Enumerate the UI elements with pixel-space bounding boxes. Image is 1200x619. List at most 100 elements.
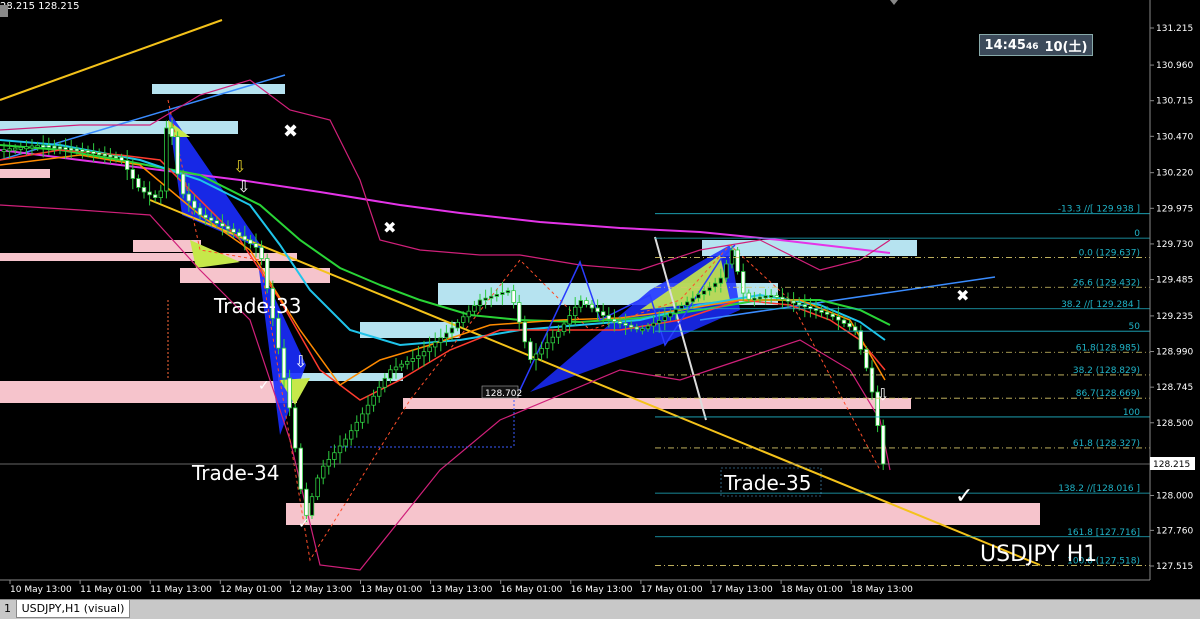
fib-level-label: 61.8(128.985): [1076, 343, 1140, 353]
candle-body: [7, 148, 12, 152]
candle-body: [488, 295, 494, 299]
trade-34-label: Trade-34: [191, 461, 279, 485]
price-tick-label: 129.485: [1156, 276, 1193, 286]
candle-body: [791, 300, 796, 304]
time-tick-label: 12 May 13:00: [290, 585, 352, 595]
candle-body: [180, 173, 186, 195]
candle-body: [91, 151, 96, 155]
candle-body: [483, 297, 488, 301]
candle-body: [208, 217, 214, 222]
exit-cross-icon: ✖: [383, 218, 396, 237]
candle-body: [640, 328, 645, 332]
candle-body: [236, 231, 242, 237]
candle-body: [836, 316, 841, 321]
candle-body: [606, 315, 611, 320]
candle-body: [304, 488, 309, 516]
ma-line: [0, 154, 886, 387]
candle-body: [472, 305, 477, 312]
chart-shift-icon[interactable]: [890, 0, 898, 5]
candle-body: [46, 144, 51, 148]
candle-body: [371, 395, 376, 406]
candle-body: [802, 304, 807, 308]
candle-body: [696, 293, 701, 299]
check-icon: ✓: [258, 378, 270, 394]
symbol-label: USDJPY H1: [980, 542, 1097, 567]
price-tick-label: 131.215: [1156, 24, 1193, 34]
price-tick-label: 129.730: [1156, 240, 1193, 250]
scroll-corner-icon[interactable]: [0, 5, 8, 17]
candle-body: [203, 214, 208, 219]
candle-body: [741, 271, 746, 294]
current-price-value: 128.215: [1153, 460, 1190, 470]
candle-body: [175, 136, 180, 175]
candle-body: [343, 438, 348, 447]
check-icon: ✓: [955, 484, 973, 509]
supply-zone: [702, 240, 917, 256]
time-tick-label: 12 May 01:00: [220, 585, 282, 595]
price-tick-label: 128.745: [1156, 383, 1193, 393]
price-tick-label: 130.960: [1156, 61, 1193, 71]
candle-body: [354, 421, 359, 432]
candle-body: [35, 144, 40, 148]
candle-body: [113, 155, 119, 159]
candle-body: [584, 300, 589, 305]
candle-body: [410, 358, 415, 362]
candle-body: [169, 127, 175, 138]
sell-arrow-icon: ⇩: [237, 177, 250, 196]
price-tick-label: 127.515: [1156, 562, 1193, 572]
candle-body: [281, 347, 287, 379]
candle-body: [578, 300, 583, 308]
candle-body: [830, 313, 835, 318]
candle-body: [477, 299, 483, 306]
candle-body: [186, 193, 191, 202]
candle-body: [69, 147, 74, 151]
candle-body: [85, 150, 91, 153]
candle-body: [494, 293, 499, 297]
candle-body: [97, 152, 102, 156]
price-tick-label: 129.975: [1156, 204, 1193, 214]
fib-level-label: 61.8 (128.327): [1073, 439, 1140, 449]
candle-body: [774, 294, 779, 298]
sell-arrow-icon: ⇩: [294, 352, 307, 371]
candle-body: [119, 156, 124, 161]
candle-body: [388, 369, 393, 379]
price-axis: 131.215 130.960 130.715 130.470 130.220 129.9…: [1149, 0, 1193, 580]
fib-level-label: 38.2 //[ 129.284 ]: [1061, 300, 1140, 310]
candle-body: [550, 336, 555, 344]
candle-body: [449, 327, 455, 334]
candle-body: [746, 292, 751, 300]
candle-body: [326, 459, 331, 467]
price-tag-label: 128.702: [485, 389, 522, 399]
candle-body: [651, 322, 656, 327]
time-tick-label: 11 May 13:00: [150, 585, 212, 595]
candle-body: [685, 301, 690, 307]
candle-body: [382, 377, 387, 388]
time-tick-label: 18 May 01:00: [781, 585, 843, 595]
time-tick-label: 11 May 01:00: [80, 585, 142, 595]
candle-body: [164, 127, 169, 192]
candle-body: [511, 290, 516, 303]
price-chart[interactable]: -13.3 //[ 129.938 ] 0 0.0 (129.637) 26.6 (1…: [0, 0, 1200, 618]
tab-usdjpy-h1[interactable]: USDJPY,H1 (visual): [16, 600, 130, 618]
candle-body: [825, 311, 830, 315]
candle-body: [80, 149, 85, 153]
candle-body: [125, 160, 130, 170]
candle-body: [12, 147, 18, 151]
candle-body: [74, 148, 79, 152]
candle-body: [141, 187, 147, 193]
candle-body: [24, 146, 29, 150]
candle-body: [264, 258, 270, 289]
candle-body: [505, 290, 511, 294]
candle-body: [657, 319, 662, 324]
candle-body: [57, 146, 63, 150]
price-tick-label: 128.500: [1156, 419, 1193, 429]
candle-body: [763, 295, 768, 299]
candle-body: [522, 321, 527, 343]
candle-body: [427, 346, 432, 353]
candle-body: [528, 341, 533, 360]
demand-zone: [180, 268, 330, 283]
candle-body: [421, 351, 427, 357]
clock-seconds: 46: [1025, 42, 1039, 52]
fib-level-label: 50: [1129, 322, 1141, 332]
fib-level-label: 86.7(128.669): [1076, 389, 1140, 399]
